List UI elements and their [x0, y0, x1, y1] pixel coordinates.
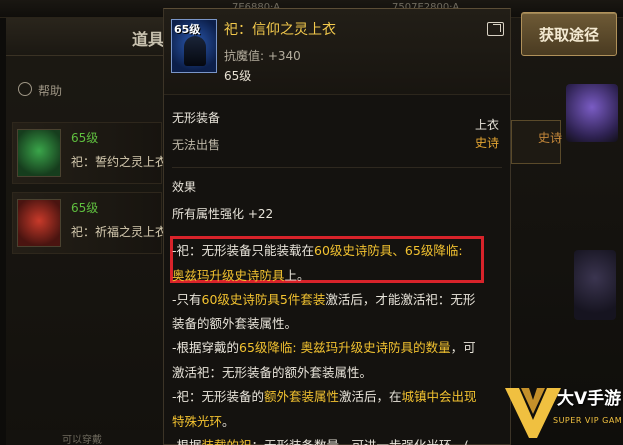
- item-level: 65级: [71, 131, 99, 145]
- sell-status: 无法出售: [172, 138, 221, 152]
- effect-line: -只有60级史诗防具5件套装激活后，才能激活祀：无形: [172, 289, 475, 308]
- highlight-text: 城镇中会出现: [401, 389, 477, 404]
- hooded-robe-icon: 65级: [171, 19, 217, 73]
- watermark-subtitle: SUPER VIP GAME: [553, 416, 623, 425]
- watermark: 大V手游 SUPER VIP GAME: [503, 380, 623, 445]
- slot-type: 上衣: [475, 118, 500, 132]
- wearable-checkbox-label[interactable]: 可以穿戴: [62, 431, 102, 445]
- v-logo-icon: [505, 388, 561, 438]
- highlight-text: 奥兹玛升级史诗防具: [172, 268, 285, 283]
- effect-line: 特殊光环。: [172, 411, 235, 430]
- item-title: 祀：信仰之灵上衣: [224, 22, 336, 38]
- highlight-text: 装载的祀: [202, 438, 252, 445]
- effect-text: 。: [222, 414, 235, 429]
- get-source-button[interactable]: 获取途径: [521, 12, 617, 56]
- icon-level: 65级: [174, 23, 201, 36]
- effect-line: -祀：无形装备的额外套装属性激活后，在城镇中会出现: [172, 386, 477, 405]
- share-icon[interactable]: [487, 22, 504, 36]
- effect-line: -根据穿戴的65级降临: 奥兹玛升级史诗防具的数量，可: [172, 337, 476, 356]
- effect-text: -只有: [172, 292, 202, 307]
- effect-text: 上。: [284, 268, 310, 283]
- effect-line: -祀：无形装备只能装载在60级史诗防具、65级降临:: [172, 240, 463, 259]
- effect-line: 激活祀：无形装备的额外套装属性。: [172, 362, 372, 381]
- stat-bonus: 所有属性强化 +22: [172, 207, 274, 221]
- effect-text: -根据穿戴的: [172, 340, 240, 355]
- item-level: 65级: [224, 69, 252, 83]
- highlight-text: 特殊光环: [172, 414, 223, 429]
- list-item[interactable]: 65级 祀：祈福之灵上衣: [12, 192, 167, 254]
- magic-resist: 抗魔值: +340: [224, 49, 301, 63]
- effect-text: 装备的额外套装属性。: [172, 316, 298, 331]
- highlight-text: 60级史诗防具5件套装: [201, 292, 326, 307]
- item-category: 无形装备: [172, 111, 221, 125]
- panel-title: 道具: [132, 30, 165, 49]
- item-tooltip: 65级 祀：信仰之灵上衣 抗魔值: +340 65级 无形装备 无法出售 上衣 …: [163, 8, 511, 445]
- rarity-label: 史诗: [475, 136, 500, 150]
- effect-line: -根据装载的祀：无形装备数量，可进一步强化光环。(: [172, 435, 469, 445]
- effect-text: -根据: [172, 438, 202, 445]
- watermark-brand: 大V手游: [557, 389, 622, 409]
- robe-icon: [17, 129, 61, 177]
- character-portrait-icon: [566, 84, 618, 142]
- effect-text: 激活后，在: [339, 389, 402, 404]
- effect-text: 激活后，才能激活祀：无形: [325, 292, 476, 307]
- highlight-text: 额外套装属性: [264, 389, 340, 404]
- bottom-bar: 可以穿戴: [6, 430, 164, 445]
- divider: [172, 167, 502, 168]
- effect-line: 装备的额外套装属性。: [172, 313, 297, 332]
- item-name: 祀：祈福之灵上衣: [71, 225, 168, 239]
- effect-text: 激活祀：无形装备的额外套装属性。: [172, 365, 373, 380]
- effect-text: ，可: [450, 340, 476, 355]
- highlight-text: 65级降临: 奥兹玛升级史诗防具的数量: [239, 340, 451, 355]
- effect-text: -祀：无形装备的: [172, 389, 265, 404]
- effect-text: -祀：无形装备只能装载在: [172, 243, 315, 258]
- item-name: 祀：誓约之灵上衣: [71, 155, 168, 169]
- character-figure-icon: [574, 250, 616, 320]
- help-icon[interactable]: [18, 82, 32, 96]
- rarity-tag: 史诗: [538, 131, 563, 145]
- effect-line: 奥兹玛升级史诗防具上。: [172, 265, 310, 284]
- effect-text: ：无形装备数量，可进一步强化光环。(: [252, 438, 469, 445]
- item-level: 65级: [71, 201, 99, 215]
- highlight-text: 60级史诗防具、65级降临:: [314, 243, 463, 258]
- list-item[interactable]: 65级 祀：誓约之灵上衣: [12, 122, 167, 184]
- help-button[interactable]: 帮助: [38, 82, 62, 99]
- robe-icon: [17, 199, 61, 247]
- effect-title: 效果: [172, 180, 197, 194]
